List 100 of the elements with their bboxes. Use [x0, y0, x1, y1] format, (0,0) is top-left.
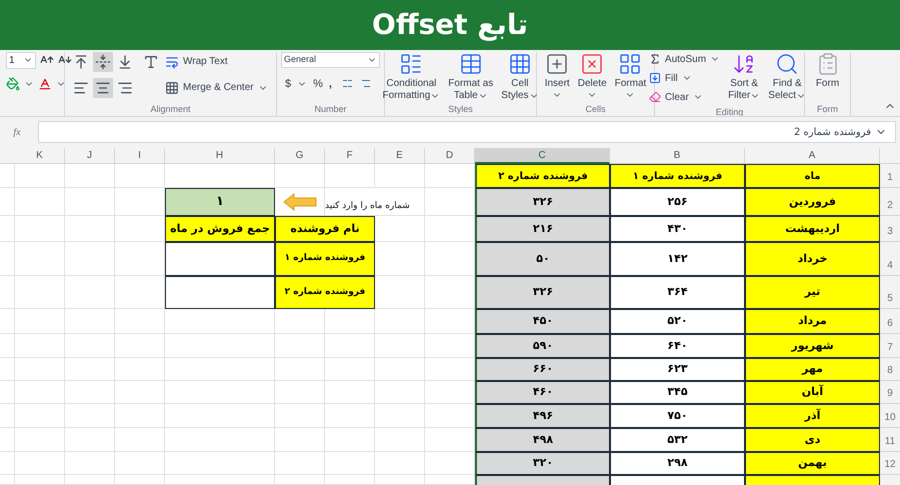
table-cell: ۲۵۶ [610, 188, 745, 216]
ribbon-button[interactable]: Cell Styles [497, 52, 543, 102]
ribbon-button[interactable]: Format as Table [444, 52, 498, 102]
table-cell: ۴۳۰ [610, 216, 745, 242]
grid-cell [375, 452, 425, 475]
grid-cell [375, 309, 425, 334]
table-cell: ماه [745, 164, 880, 188]
ribbon-button[interactable]: Conditional Formatting [378, 52, 444, 102]
grid-cell [0, 276, 15, 309]
table-cell: ۶۶۰ [475, 358, 610, 381]
group-label: Form [817, 102, 838, 116]
banner-title: تابع Offset [372, 6, 528, 43]
editing-button[interactable]: Clear [648, 90, 720, 105]
grid-cell [115, 428, 165, 452]
grid-cell [0, 242, 15, 276]
comma-button[interactable]: , [328, 76, 332, 92]
editing-button[interactable]: Fill [648, 70, 720, 86]
search-icon [775, 52, 800, 76]
table-cell: ۶۲۳ [610, 358, 745, 381]
function-label[interactable]: fx [4, 124, 30, 140]
wrap-text-button[interactable]: Wrap Text [165, 54, 268, 70]
grid-cell [65, 242, 115, 276]
table-cell: دی [745, 428, 880, 452]
row-number: 1 [880, 164, 900, 188]
table-cell: اردیبهشت [745, 216, 880, 242]
align-center-icon[interactable] [93, 78, 113, 98]
square-plus-icon [545, 52, 570, 76]
grid-cell [325, 358, 375, 381]
grid-cell [325, 428, 375, 452]
grid-cell [275, 358, 325, 381]
row-number: 10 [880, 404, 900, 428]
ribbon-button[interactable]: Find & Select [764, 52, 810, 105]
table-cell: تیر [745, 276, 880, 309]
row-number [880, 475, 900, 485]
grid-cell [325, 334, 375, 358]
table-cell: ۳۶۴ [610, 276, 745, 309]
row-number: 12 [880, 452, 900, 475]
square-x-icon [580, 52, 604, 76]
fill-down-icon [648, 72, 661, 84]
grid-cell [15, 404, 65, 428]
table-cell: فروشنده شماره ۲ [475, 164, 610, 188]
percent-button[interactable]: % [313, 76, 323, 92]
grid-cell [65, 475, 115, 485]
ribbon-button[interactable]: Sort & Filter [724, 52, 764, 105]
table-cell: ۳۲۶ [475, 188, 610, 216]
grid-cell [115, 475, 165, 485]
ribbon-button[interactable]: Delete [574, 52, 611, 100]
group-label: Styles [448, 102, 473, 116]
currency-button[interactable]: $ [285, 76, 292, 92]
editing-button[interactable]: AutoSum [648, 52, 720, 67]
table-cell: ۳۴۵ [610, 381, 745, 404]
number-format-dropdown[interactable]: General [281, 52, 380, 68]
font-size-dropdown[interactable]: 1 [6, 52, 36, 69]
grid-cell [0, 358, 15, 381]
grid-cell [15, 452, 65, 475]
table-cell: فروشنده شماره ۱ [610, 164, 745, 188]
grid-cell [115, 309, 165, 334]
table-cell: ۷۵۰ [610, 404, 745, 428]
form-button[interactable]: Form [816, 52, 840, 91]
grid-cell [0, 216, 15, 242]
grid-cell [275, 475, 325, 485]
table-cell: آبان [745, 381, 880, 404]
ribbon-button[interactable]: Insert [540, 52, 574, 100]
merge-icon [165, 80, 179, 95]
column-header: A [745, 148, 880, 164]
grid-cell [0, 404, 15, 428]
font-color-icon[interactable] [38, 76, 52, 91]
arrow-icon [283, 193, 317, 211]
grid-cell [375, 358, 425, 381]
table-cell: خرداد [745, 242, 880, 276]
column-header: E [375, 148, 425, 164]
table-cell: ۵۹۰ [475, 334, 610, 358]
formula-input[interactable]: فروشنده شماره 2 [38, 121, 896, 144]
grid-icon [508, 52, 532, 76]
grid-cell [65, 358, 115, 381]
table-cell: ۵۰ [475, 242, 610, 276]
grid-cell [325, 381, 375, 404]
grid-cell [115, 358, 165, 381]
row-number: 4 [880, 242, 900, 276]
column-header: H [165, 148, 275, 164]
row-number: 8 [880, 358, 900, 381]
merge-center-button[interactable]: Merge & Center [165, 80, 268, 96]
grid-cell [15, 276, 65, 309]
grid-cell [0, 452, 15, 475]
group-label: Alignment [149, 102, 192, 116]
table-cell: ۵۲۰ [610, 309, 745, 334]
paint-bucket-icon[interactable] [6, 76, 20, 91]
column-header: K [15, 148, 65, 164]
grid-icon [618, 52, 642, 76]
ribbon-button[interactable]: Format [610, 52, 650, 100]
grid-cell [325, 475, 375, 485]
middle-align-icon[interactable] [93, 52, 113, 72]
row-number: 2 [880, 188, 900, 216]
column-header: G [275, 148, 325, 164]
sigma-icon [648, 53, 661, 66]
table-cell: ۳۲۶ [475, 276, 610, 309]
table-cell: ۳۲۰ [475, 452, 610, 475]
table-cell: ۵۳۲ [610, 428, 745, 452]
grid-cell [115, 334, 165, 358]
grid-cell [15, 475, 65, 485]
